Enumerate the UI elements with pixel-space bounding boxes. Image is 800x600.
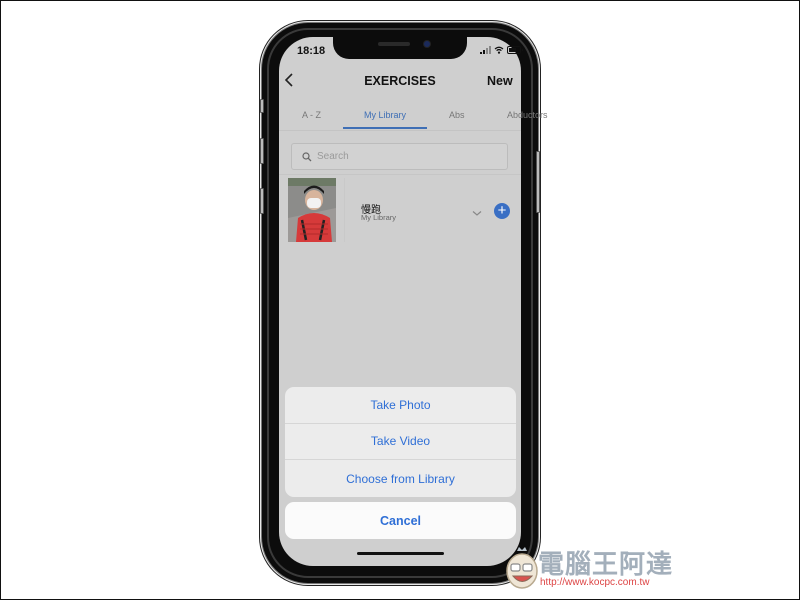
divider (279, 174, 521, 175)
watermark-url: http://www.kocpc.com.tw (540, 577, 650, 588)
person-selfie-photo (288, 178, 336, 242)
take-photo-option[interactable]: Take Photo (285, 387, 516, 424)
watermark-text: 電腦王阿達 (538, 549, 674, 579)
exercise-subtitle: My Library (361, 213, 397, 222)
expand-button[interactable] (472, 204, 482, 222)
tab-my-library[interactable]: My Library (364, 110, 406, 120)
tab-abs[interactable]: Abs (449, 110, 465, 120)
exercise-thumbnail[interactable] (288, 178, 336, 242)
notch (333, 37, 467, 59)
page-title: EXERCISES (364, 74, 436, 88)
battery-icon (507, 46, 523, 54)
front-camera (424, 41, 430, 47)
search-field[interactable] (291, 143, 508, 170)
cancel-button[interactable]: Cancel (285, 502, 516, 539)
wifi-icon (494, 46, 504, 54)
speaker-grille (378, 42, 410, 46)
chevron-left-icon (284, 73, 293, 87)
volume-down-button (260, 188, 264, 214)
mute-switch (260, 99, 264, 113)
plus-icon: + (497, 202, 507, 219)
action-sheet: Take Photo Take Video Choose from Librar… (285, 387, 516, 497)
tab-a-z[interactable]: A - Z (302, 110, 321, 120)
back-button[interactable] (284, 72, 294, 91)
watermark-mascot-icon (505, 547, 539, 600)
take-video-option[interactable]: Take Video (285, 424, 516, 461)
tab-abductors[interactable]: Abductors (507, 110, 548, 120)
new-button[interactable]: New (487, 74, 513, 88)
divider (344, 178, 345, 242)
volume-up-button (260, 138, 264, 164)
power-button (536, 151, 540, 213)
active-tab-indicator (343, 127, 427, 129)
chevron-down-icon (472, 211, 482, 216)
search-icon (302, 151, 312, 161)
search-input[interactable] (317, 151, 497, 162)
add-exercise-button[interactable]: + (494, 203, 510, 219)
status-icons (480, 46, 523, 54)
choose-from-library-option[interactable]: Choose from Library (285, 460, 516, 497)
status-time: 18:18 (297, 45, 326, 57)
home-indicator[interactable] (357, 552, 444, 555)
cellular-signal-icon (480, 46, 491, 54)
